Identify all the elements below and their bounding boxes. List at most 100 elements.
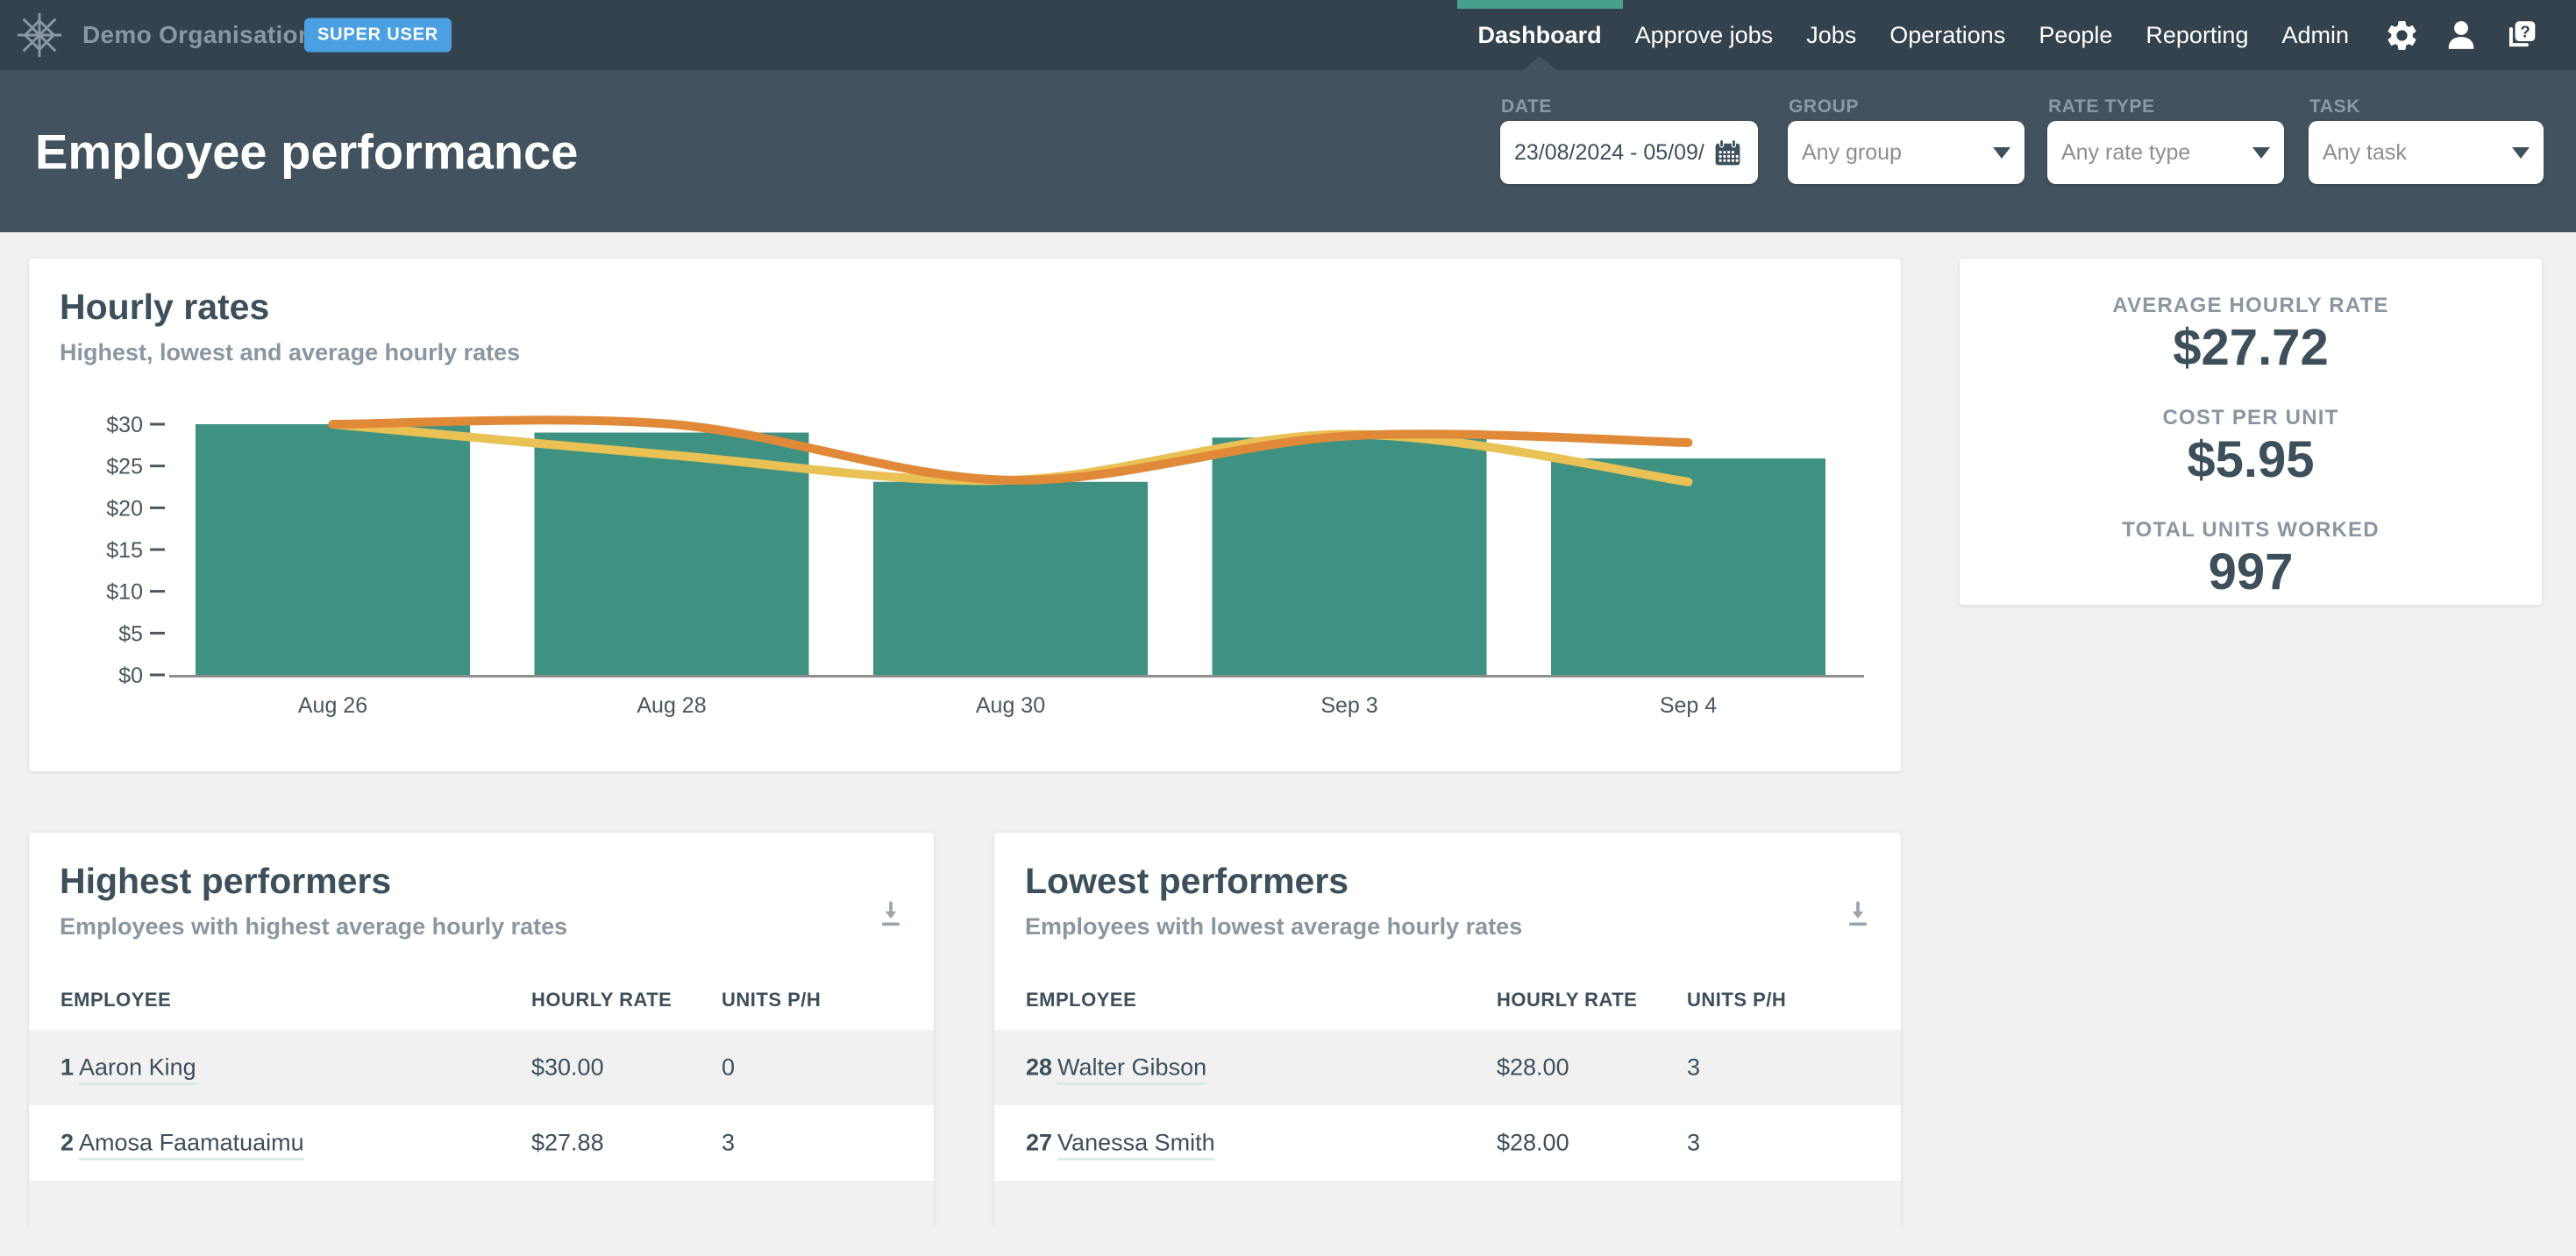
svg-text:$5: $5 [118,621,143,646]
filter-task-label: TASK [2309,96,2360,117]
employee-rank: 2 [60,1130,74,1156]
nav-item-reporting[interactable]: Reporting [2145,0,2248,70]
employee-link[interactable]: Aaron King [79,1054,196,1085]
filter-rate-type-label: RATE TYPE [2048,96,2155,117]
svg-text:$15: $15 [106,538,143,563]
hourly-rates-title: Hourly rates [60,287,269,328]
chevron-down-icon [1993,147,2010,159]
column-header-hourly-rate: HOURLY RATE [1497,989,1637,1011]
org-logo-icon[interactable] [16,10,63,60]
stat-value: $27.72 [1960,320,2542,376]
chevron-down-icon [2512,147,2530,159]
stat-average-hourly-rate: AVERAGE HOURLY RATE$27.72 [1960,294,2542,376]
filter-rate-type: RATE TYPE Any rate type [2047,70,2284,232]
table-row-partial [994,1181,1901,1256]
table-header: EMPLOYEE HOURLY RATE UNITS P/H [29,989,934,1030]
column-header-employee: EMPLOYEE [60,989,171,1011]
lowest-performers-subtitle: Employees with lowest average hourly rat… [1025,913,1522,940]
task-select[interactable]: Any task [2309,121,2544,184]
highest-performers-rows: 1Aaron King $30.00 0 2Amosa Faamatuaimu … [29,1030,934,1256]
filter-group-label: GROUP [1789,96,1859,117]
employee-cell: 2Amosa Faamatuaimu [60,1130,304,1157]
highest-performers-title: Highest performers [60,861,391,902]
svg-text:$25: $25 [106,455,143,479]
user-profile-icon[interactable] [2444,18,2478,52]
nav-item-jobs[interactable]: Jobs [1806,0,1856,70]
table-row: 2Amosa Faamatuaimu $27.88 3 [29,1105,934,1181]
svg-text:Sep 3: Sep 3 [1320,693,1377,718]
svg-text:?: ? [2520,23,2530,41]
task-select-value: Any task [2323,140,2503,166]
nav-icons: ? [2384,17,2539,53]
column-header-hourly-rate: HOURLY RATE [531,989,672,1011]
svg-text:$20: $20 [106,496,143,521]
filter-task: TASK Any task [2309,70,2544,232]
employee-rank: 1 [60,1054,74,1081]
rate-type-select-value: Any rate type [2061,140,2244,166]
table-row: 27Vanessa Smith $28.00 3 [994,1105,1901,1181]
stat-label: AVERAGE HOURLY RATE [1960,294,2542,318]
nav-item-admin[interactable]: Admin [2281,0,2349,70]
filter-group: GROUP Any group [1788,70,2025,232]
table-row-partial [29,1181,934,1256]
svg-text:Aug 30: Aug 30 [976,693,1045,718]
hourly-rates-card: Hourly rates Highest, lowest and average… [29,259,1901,771]
table-row: 1Aaron King $30.00 0 [29,1030,934,1105]
units-cell: 3 [1687,1054,1700,1082]
units-cell: 3 [722,1130,735,1157]
download-icon[interactable] [1843,899,1873,933]
employee-link[interactable]: Walter Gibson [1057,1054,1206,1085]
employee-rank: 27 [1026,1130,1052,1156]
page: { "header": { "org_name": "Demo Organisa… [0,0,2576,1187]
employee-link[interactable]: Vanessa Smith [1057,1130,1215,1160]
nav-item-dashboard[interactable]: Dashboard [1478,0,1602,70]
calendar-icon [1711,137,1744,169]
nav-item-people[interactable]: People [2039,0,2112,70]
lowest-performers-title: Lowest performers [1025,861,1348,902]
svg-text:$30: $30 [106,413,143,437]
hourly-rates-subtitle: Highest, lowest and average hourly rates [60,339,520,366]
employee-cell: 1Aaron King [60,1054,196,1082]
stat-value: 997 [1960,544,2542,600]
group-select-value: Any group [1802,140,1984,166]
nav-item-operations[interactable]: Operations [1889,0,2005,70]
column-header-units-ph: UNITS P/H [1687,989,1786,1011]
group-select[interactable]: Any group [1788,121,2025,184]
stat-label: COST PER UNIT [1960,406,2542,430]
date-range-input[interactable]: 23/08/2024 - 05/09/2024 [1500,121,1758,184]
page-header: Employee performance DATE 23/08/2024 - 0… [0,70,2576,232]
hourly-rate-cell: $30.00 [531,1054,604,1082]
lowest-performers-rows: 28Walter Gibson $28.00 3 27Vanessa Smith… [994,1030,1901,1256]
employee-link[interactable]: Amosa Faamatuaimu [79,1130,304,1160]
primary-nav: Dashboard Approve jobs Jobs Operations Peopl… [1478,0,2539,70]
stat-cost-per-unit: COST PER UNIT$5.95 [1960,406,2542,488]
stat-label: TOTAL UNITS WORKED [1960,518,2542,543]
download-icon[interactable] [876,899,906,933]
highest-performers-card: Highest performers Employees with highes… [29,833,934,1227]
rate-type-select[interactable]: Any rate type [2047,121,2284,184]
chevron-down-icon [2252,147,2270,159]
svg-text:Sep 4: Sep 4 [1660,693,1717,718]
svg-text:Aug 26: Aug 26 [298,693,367,718]
summary-stats-card: AVERAGE HOURLY RATE$27.72 COST PER UNIT$5… [1960,259,2542,605]
employee-cell: 28Walter Gibson [1026,1054,1206,1082]
settings-gear-icon[interactable] [2384,18,2420,53]
page-title: Employee performance [35,123,578,180]
column-header-employee: EMPLOYEE [1026,989,1136,1011]
table-row: 28Walter Gibson $28.00 3 [994,1030,1901,1105]
filter-date: DATE 23/08/2024 - 05/09/2024 [1500,70,1758,232]
employee-cell: 27Vanessa Smith [1026,1130,1215,1157]
hourly-rate-cell: $28.00 [1497,1130,1569,1157]
hourly-rates-chart: $0$5$10$15$20$25$30Aug 26Aug 28Aug 30Sep… [51,399,1883,741]
super-user-badge: SUPER USER [304,18,452,53]
nav-item-approve-jobs[interactable]: Approve jobs [1635,0,1774,70]
svg-text:$10: $10 [106,580,143,605]
hourly-rate-cell: $27.88 [531,1130,604,1157]
org-name: Demo Organisation [82,21,313,49]
highest-performers-subtitle: Employees with highest average hourly ra… [60,913,567,940]
top-nav-bar: Demo Organisation SUPER USER Dashboard Ap… [0,0,2576,70]
hourly-rate-cell: $28.00 [1497,1054,1569,1082]
filter-date-label: DATE [1501,96,1552,117]
help-docs-icon[interactable]: ? [2502,17,2539,53]
stat-value: $5.95 [1960,432,2542,488]
